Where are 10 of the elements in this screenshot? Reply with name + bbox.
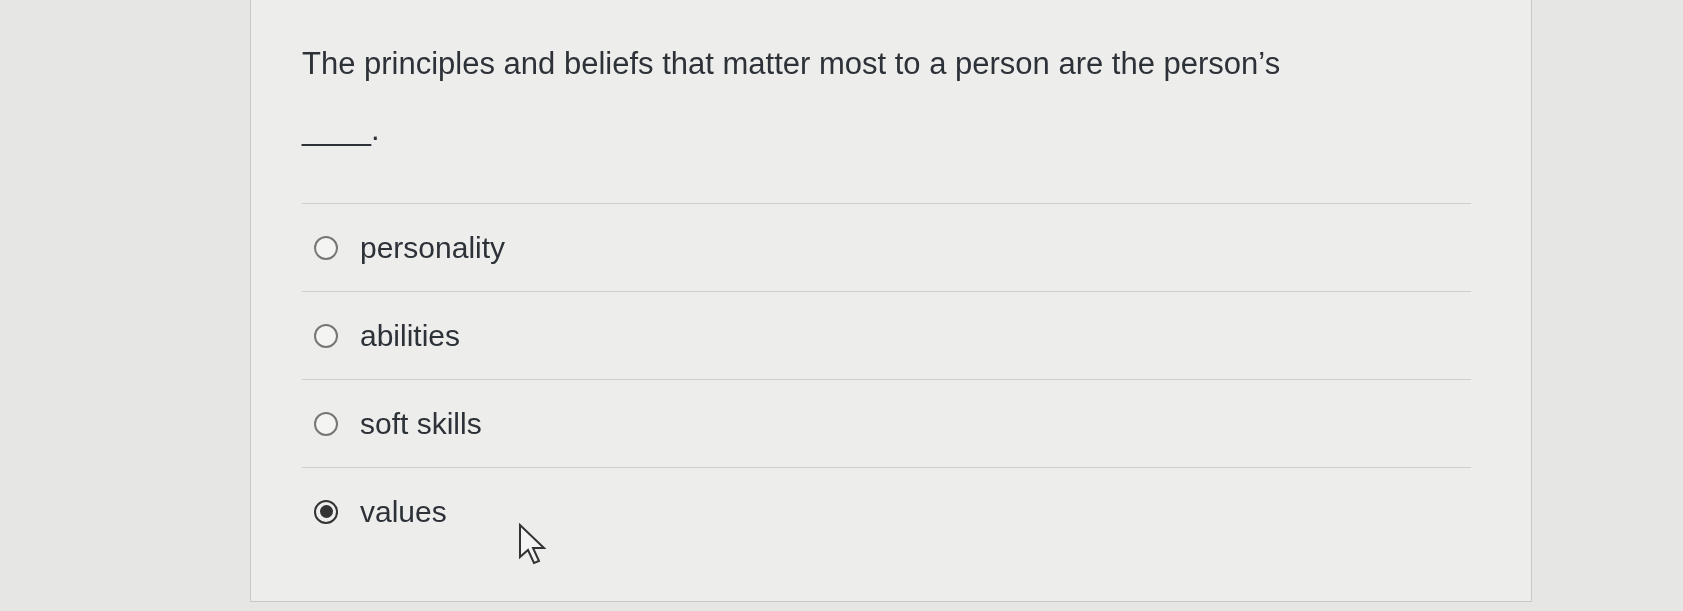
option-label[interactable]: abilities: [360, 313, 461, 358]
question-text: The principles and beliefs that matter most to a person are the person’s ____.: [302, 45, 1282, 149]
radio-button[interactable]: [314, 323, 338, 348]
cursor-icon: [518, 523, 548, 565]
radio-button[interactable]: [314, 499, 338, 524]
radio-button[interactable]: [314, 235, 338, 260]
option-label[interactable]: personality: [360, 225, 506, 270]
option-label[interactable]: values: [360, 489, 447, 534]
option-label[interactable]: soft skills: [360, 401, 482, 446]
radio-button[interactable]: [314, 411, 338, 436]
